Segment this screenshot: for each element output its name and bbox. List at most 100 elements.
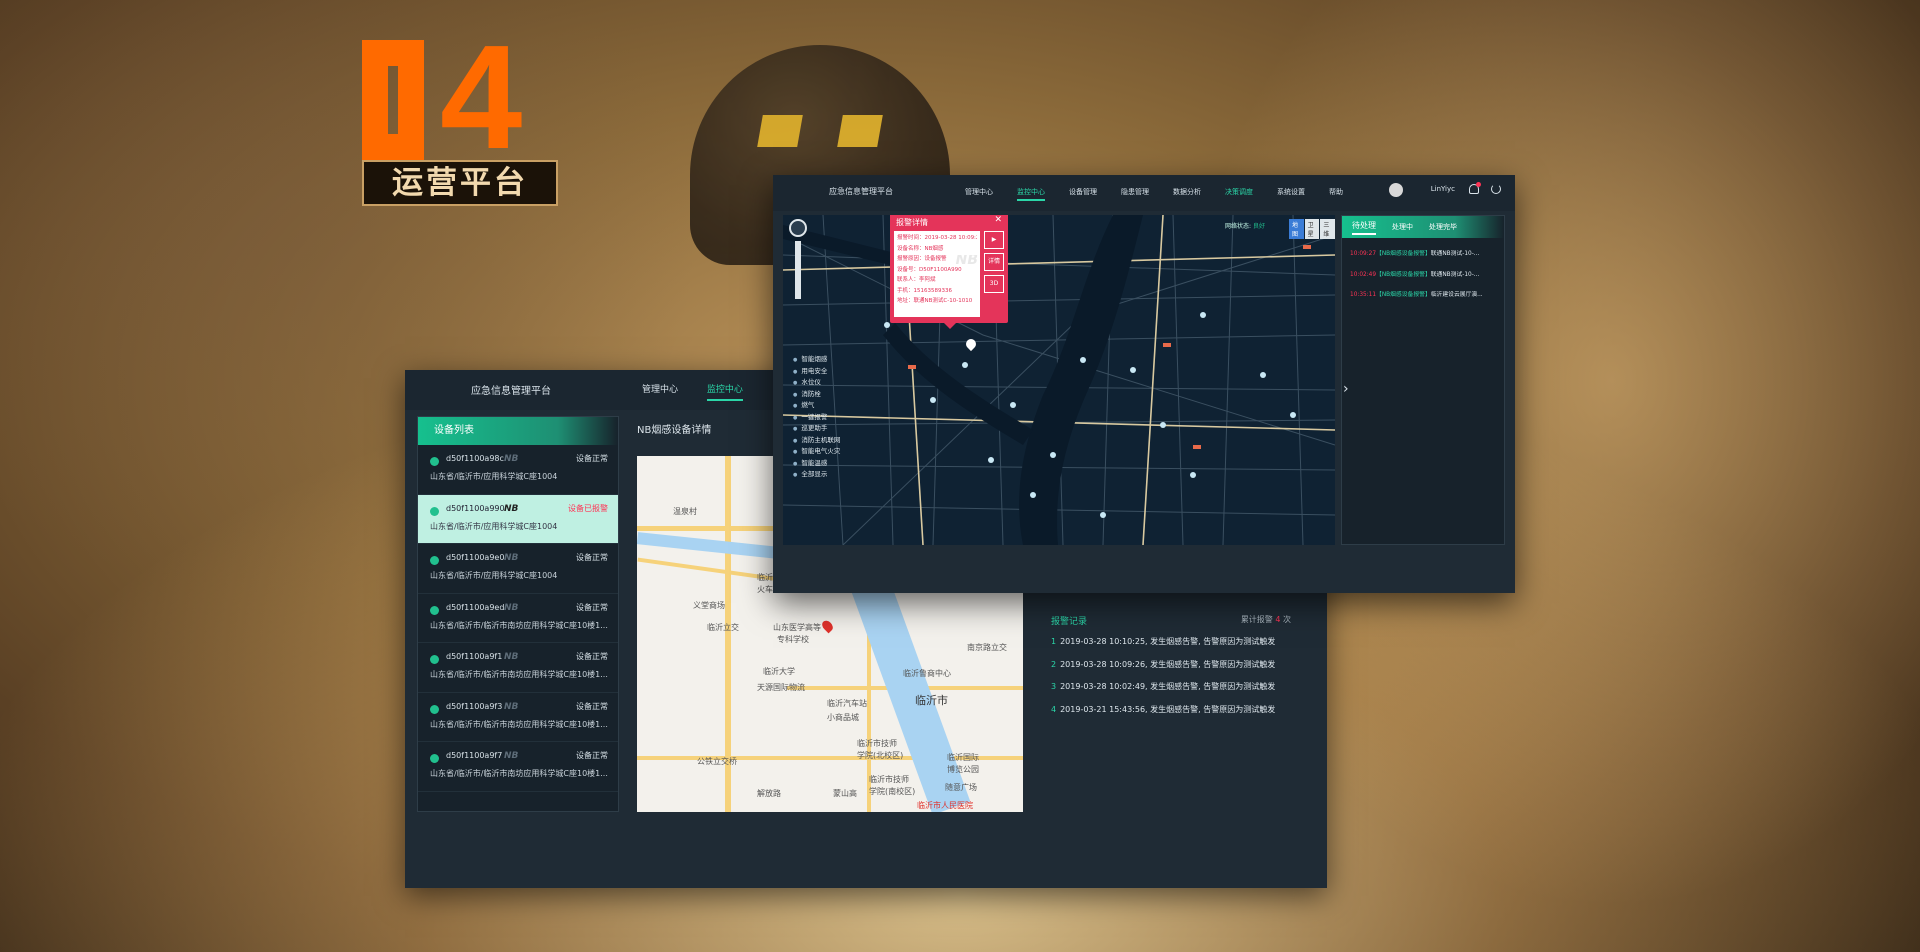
task-desc: 临沂建设云展厅演... — [1430, 292, 1483, 298]
close-icon[interactable]: ✕ — [994, 215, 1002, 225]
device-code: d50f1100a9f3 — [446, 701, 503, 711]
chevron-right-icon[interactable]: › — [1343, 381, 1353, 397]
device-status-icon — [430, 655, 439, 664]
device-code: d50f1100a9f7 — [446, 751, 503, 760]
nav-item[interactable]: 监控中心 — [1017, 188, 1045, 201]
map-label: 随意广场 — [945, 783, 977, 792]
legend-item[interactable]: 消防栓 — [793, 388, 840, 400]
nb-badge: NB — [504, 503, 519, 514]
legend-item[interactable]: 水位仪 — [793, 376, 840, 388]
device-list-item[interactable]: d50f1100a9f3 NB 设备正常 山东省/临沂市/临沂市南坊应用科学城C座10… — [418, 693, 618, 742]
map-label: 学院(南校区) — [869, 787, 916, 796]
device-list-item[interactable]: d50f1100a990 NB 设备已报警 山东省/临沂市/应用科学城C座1004 — [418, 494, 618, 544]
alarm-text: 2019-03-28 10:02:49, 发生烟感告警, 告警原因为测试触发 — [1060, 682, 1276, 691]
device-status: 设备正常 — [576, 553, 608, 562]
popup-line: 地址：联通NB测试C-10-1010 — [897, 298, 973, 304]
map-label: 临沂大学 — [763, 667, 795, 676]
alarm-text: 2019-03-28 10:09:26, 发生烟感告警, 告警原因为测试触发 — [1060, 659, 1276, 669]
number-zero-shape — [362, 40, 424, 160]
device-list-item[interactable]: d50f1100a98c NB 设备正常 山东省/临沂市/应用科学城C座1004 — [418, 445, 618, 495]
detail-button[interactable]: 详情 — [984, 253, 1004, 271]
user-name[interactable]: LinYiyc — [1431, 185, 1455, 193]
popup-line: 报警时间：2019-03-28 10:09:27 — [897, 235, 977, 241]
task-item[interactable]: 10:35:11【NB烟感设备报警】临沂建设云展厅演... — [1342, 289, 1504, 310]
nav-item[interactable]: 隐患管理 — [1121, 188, 1149, 196]
task-tab[interactable]: 待处理 — [1352, 220, 1376, 235]
power-icon[interactable] — [1491, 184, 1501, 194]
map-type-option[interactable]: 卫星 — [1304, 219, 1320, 239]
device-code: d50f1100a9ed — [446, 602, 505, 612]
device-address: 山东省/临沂市/临沂市南坊应用科学城C座10楼1... — [430, 670, 608, 679]
device-address: 山东省/临沂市/临沂市南坊应用科学城C座10楼1... — [430, 719, 608, 729]
legend-item[interactable]: 智能电气火灾 — [793, 445, 840, 457]
zoom-slider[interactable] — [795, 241, 801, 299]
device-code: d50f1100a9f1 — [446, 652, 503, 661]
nav-item-monitor[interactable]: 监控中心 — [706, 385, 743, 401]
alarm-index: 2 — [1051, 659, 1057, 669]
map-type-option[interactable]: 三维 — [1320, 219, 1335, 239]
task-desc: 联通NB测试-10-... — [1430, 251, 1480, 257]
section-title: 运营平台 — [362, 160, 558, 206]
nav-item[interactable]: 管理中心 — [965, 188, 993, 196]
task-tabs: 待处理 处理中 处理完毕 — [1342, 216, 1504, 238]
device-status: 设备正常 — [576, 652, 608, 661]
device-list-item[interactable]: d50f1100a9e0 NB 设备正常 山东省/临沂市/应用科学城C座1004 — [418, 544, 618, 594]
legend-item[interactable]: 消防主机联网 — [793, 434, 840, 446]
task-time: 10:09:27 — [1350, 251, 1377, 257]
legend-item[interactable]: 智能温感 — [793, 457, 840, 469]
map-type-switch: 地图 卫星 三维 — [1289, 219, 1335, 239]
device-status: 设备已报警 — [568, 503, 608, 513]
map-label: 临沂汽车站 — [827, 699, 867, 708]
device-status-icon — [430, 704, 439, 714]
map-label: 博览公园 — [947, 765, 979, 774]
device-address: 山东省/临沂市/临沂市南坊应用科学城C座10楼1... — [430, 769, 608, 778]
popup-line: 联系人：李阿斌 — [897, 277, 936, 283]
map-label: 天源国际物流 — [757, 683, 805, 692]
device-list-item[interactable]: d50f1100a9f1 NB 设备正常 山东省/临沂市/临沂市南坊应用科学城C座10… — [418, 643, 618, 693]
device-code: d50f1100a990 — [446, 503, 505, 513]
map-type-option[interactable]: 地图 — [1289, 219, 1304, 239]
legend-item[interactable]: 用电安全 — [793, 365, 840, 377]
legend-item[interactable]: 燃气 — [793, 399, 840, 411]
nav-item[interactable]: 设备管理 — [1069, 188, 1097, 196]
task-kind: 【NB烟感设备报警】 — [1376, 292, 1431, 298]
device-list-item[interactable]: d50f1100a9ed NB 设备正常 山东省/临沂市/临沂市南坊应用科学城C座10… — [418, 594, 618, 643]
task-tab[interactable]: 处理中 — [1392, 222, 1413, 232]
avatar[interactable] — [1389, 183, 1403, 197]
alarm-record[interactable]: 4 2019-03-21 15:43:56, 发生烟感告警, 告警原因为测试触发 — [1051, 704, 1275, 727]
legend-item[interactable]: 全部显示 — [793, 468, 840, 480]
compass-icon[interactable] — [789, 219, 807, 237]
device-status: 设备正常 — [576, 602, 608, 612]
device-status: 设备正常 — [576, 751, 608, 760]
legend-item[interactable]: 智能烟感 — [793, 353, 840, 365]
device-address: 山东省/临沂市/临沂市南坊应用科学城C座10楼1... — [430, 620, 608, 630]
3d-button[interactable]: 3D — [984, 275, 1004, 293]
nav-item[interactable]: 系统设置 — [1277, 188, 1305, 196]
nav-item[interactable]: 数据分析 — [1173, 188, 1201, 196]
nav-item-management[interactable]: 管理中心 — [642, 385, 678, 395]
map-label: 公铁立交桥 — [697, 757, 737, 766]
device-code: d50f1100a98c — [446, 454, 504, 463]
nb-badge: NB — [504, 751, 519, 761]
task-item[interactable]: 10:02:49【NB烟感设备报警】联通NB测试-10-... — [1342, 269, 1504, 290]
video-button[interactable]: ▶ — [984, 231, 1004, 249]
legend-item[interactable]: 巡更助手 — [793, 422, 840, 434]
device-address: 山东省/临沂市/应用科学城C座1004 — [430, 472, 558, 481]
alarm-index: 4 — [1051, 704, 1057, 714]
device-list-item[interactable]: d50f1100a9f7 NB 设备正常山东省/临沂市/临沂市南坊应用科学城C座10… — [418, 742, 618, 792]
location-pin-icon[interactable] — [820, 618, 835, 634]
nav-item[interactable]: 帮助 — [1329, 188, 1343, 196]
alarm-record[interactable]: 2 2019-03-28 10:09:26, 发生烟感告警, 告警原因为测试触发 — [1051, 659, 1275, 682]
alarm-index: 1 — [1051, 637, 1057, 646]
alarm-records-title: 报警记录 — [1051, 617, 1088, 627]
device-address: 山东省/临沂市/应用科学城C座1004 — [430, 521, 558, 531]
number-digit: 4 — [440, 15, 523, 180]
nav-item[interactable]: 决策调度 — [1225, 188, 1253, 196]
network-status: 网络状态: 良好 — [1225, 223, 1265, 230]
alarm-record[interactable]: 3 2019-03-28 10:02:49, 发生烟感告警, 告警原因为测试触发 — [1051, 681, 1275, 704]
alarm-record[interactable]: 1 2019-03-28 10:10:25, 发生烟感告警, 告警原因为测试触发 — [1051, 636, 1275, 659]
legend-item[interactable]: 一键报警 — [793, 411, 840, 423]
task-item[interactable]: 10:09:27【NB烟感设备报警】联通NB测试-10-... — [1342, 248, 1504, 269]
monitor-map[interactable]: 网络状态: 良好 地图卫星三维 智能烟感用电安全水位仪消防栓燃气一键报警巡更助手… — [783, 215, 1335, 545]
task-tab[interactable]: 处理完毕 — [1429, 222, 1457, 232]
